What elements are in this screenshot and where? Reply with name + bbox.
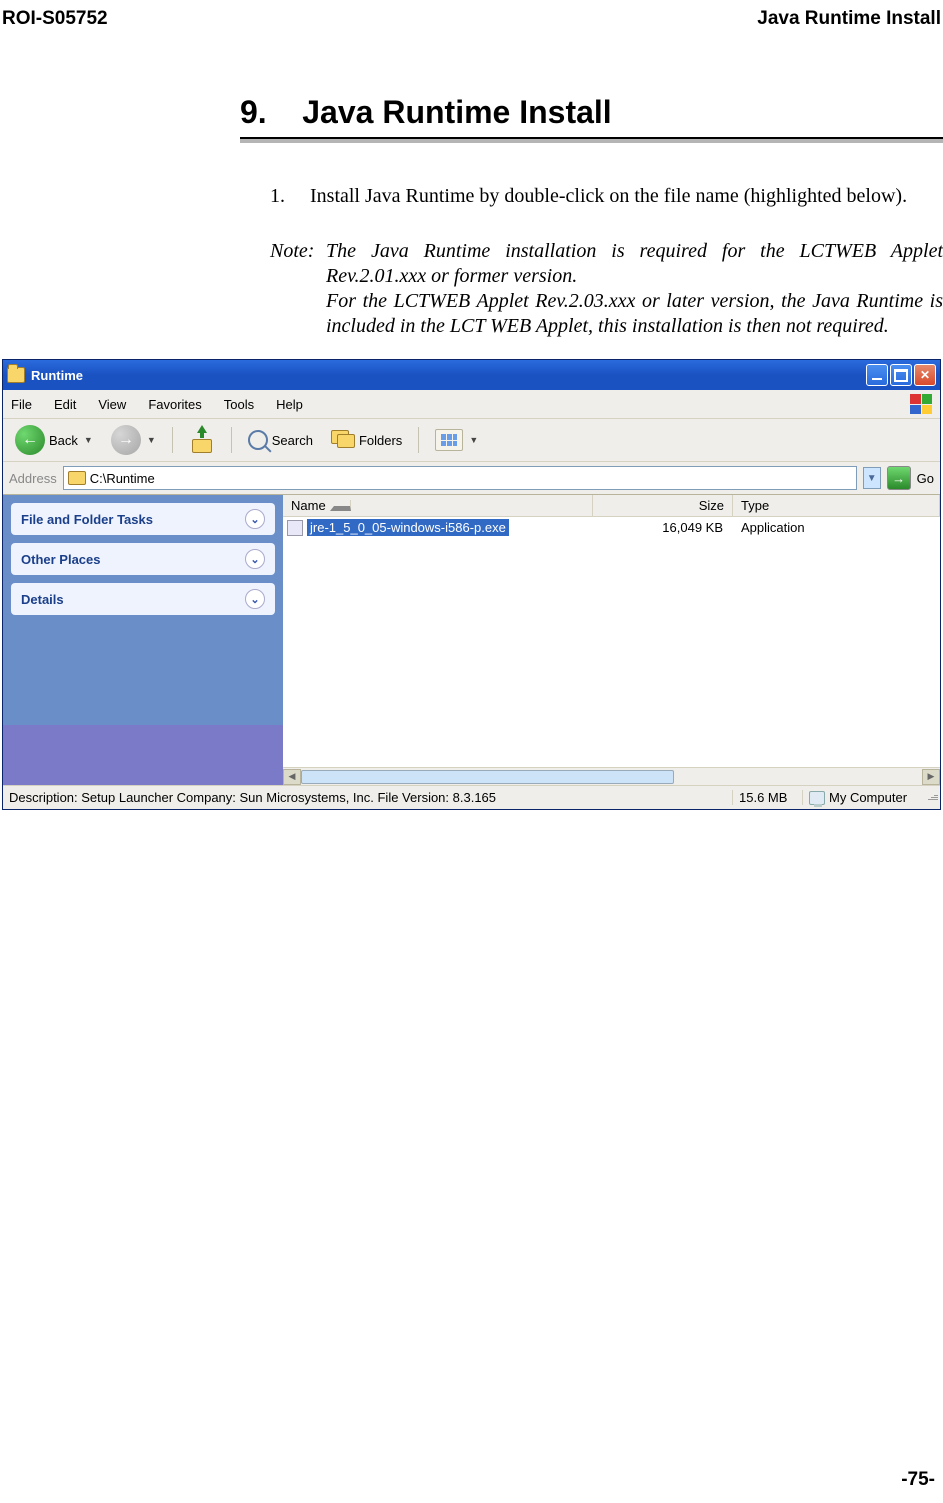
chevron-down-icon[interactable]: ⌄ (245, 549, 265, 569)
header-left: ROI-S05752 (2, 8, 108, 30)
back-button[interactable]: ← Back ▼ (9, 423, 99, 457)
explorer-body: File and Folder Tasks ⌄ Other Places ⌄ D… (3, 495, 940, 785)
heading-rule (240, 137, 943, 143)
file-list[interactable]: jre-1_5_0_05-windows-i586-p.exe 16,049 K… (283, 517, 940, 767)
folders-label: Folders (359, 433, 402, 448)
menu-help[interactable]: Help (276, 397, 303, 412)
column-type[interactable]: Type (733, 495, 940, 516)
section-heading: 9. Java Runtime Install (240, 94, 943, 131)
dropdown-icon[interactable]: ▼ (147, 435, 156, 445)
forward-arrow-icon: → (111, 425, 141, 455)
header-right: Java Runtime Install (757, 8, 941, 30)
note-block: Note: The Java Runtime installation is r… (270, 239, 943, 339)
menu-edit[interactable]: Edit (54, 397, 76, 412)
search-icon (248, 430, 268, 450)
scroll-thumb[interactable] (301, 770, 674, 784)
file-row[interactable]: jre-1_5_0_05-windows-i586-p.exe 16,049 K… (283, 517, 940, 538)
up-folder-icon (189, 427, 215, 453)
exe-file-icon (287, 520, 303, 536)
minimize-button[interactable] (866, 364, 888, 386)
column-headers: Name Size Type (283, 495, 940, 517)
file-list-area: Name Size Type jre-1_5_0_05-windows-i586… (283, 495, 940, 785)
maximize-button[interactable] (890, 364, 912, 386)
sidebar-gradient (3, 725, 283, 785)
menu-file[interactable]: File (11, 397, 32, 412)
status-location: My Computer (803, 790, 924, 805)
windows-logo-icon (910, 394, 932, 414)
panel-label: Details (21, 592, 64, 607)
address-path: C:\Runtime (90, 471, 155, 486)
folders-button[interactable]: Folders (325, 428, 408, 452)
views-icon (435, 429, 463, 451)
address-label: Address (9, 471, 57, 486)
window-title: Runtime (31, 368, 866, 383)
scroll-left-button[interactable]: ◀ (283, 769, 301, 785)
address-dropdown-button[interactable]: ▼ (863, 467, 881, 489)
scroll-right-button[interactable]: ▶ (922, 769, 940, 785)
go-button[interactable]: → (887, 466, 911, 490)
note-label: Note: (270, 239, 326, 339)
menu-favorites[interactable]: Favorites (148, 397, 201, 412)
status-size: 15.6 MB (733, 790, 803, 805)
menu-tools[interactable]: Tools (224, 397, 254, 412)
close-button[interactable] (914, 364, 936, 386)
sidebar-panel-file-tasks[interactable]: File and Folder Tasks ⌄ (11, 503, 275, 535)
views-button[interactable]: ▼ (429, 427, 484, 453)
file-type: Application (733, 520, 940, 535)
file-size: 16,049 KB (593, 520, 733, 535)
chevron-down-icon[interactable]: ⌄ (245, 509, 265, 529)
panel-label: File and Folder Tasks (21, 512, 153, 527)
forward-button[interactable]: → ▼ (105, 423, 162, 457)
folder-icon (7, 367, 25, 383)
dropdown-icon[interactable]: ▼ (469, 435, 478, 445)
dropdown-icon[interactable]: ▼ (84, 435, 93, 445)
column-size[interactable]: Size (593, 495, 733, 516)
tasks-sidebar: File and Folder Tasks ⌄ Other Places ⌄ D… (3, 495, 283, 785)
explorer-window: Runtime File Edit View Favorites Tools H… (2, 359, 941, 810)
chevron-down-icon[interactable]: ⌄ (245, 589, 265, 609)
page-number: -75- (901, 1469, 935, 1491)
sidebar-panel-other-places[interactable]: Other Places ⌄ (11, 543, 275, 575)
col-type-label: Type (741, 498, 769, 513)
menubar: File Edit View Favorites Tools Help (3, 390, 940, 419)
status-bar: Description: Setup Launcher Company: Sun… (3, 785, 940, 809)
search-label: Search (272, 433, 313, 448)
back-label: Back (49, 433, 78, 448)
titlebar[interactable]: Runtime (3, 360, 940, 390)
separator (172, 427, 173, 453)
up-button[interactable] (183, 425, 221, 455)
address-bar: Address C:\Runtime ▼ → Go (3, 462, 940, 495)
panel-label: Other Places (21, 552, 101, 567)
computer-icon (809, 791, 825, 805)
file-name[interactable]: jre-1_5_0_05-windows-i586-p.exe (307, 519, 509, 536)
folders-icon (331, 430, 355, 450)
status-description: Description: Setup Launcher Company: Sun… (3, 790, 733, 805)
back-arrow-icon: ← (15, 425, 45, 455)
note-line-2: For the LCTWEB Applet Rev.2.03.xxx or la… (326, 290, 943, 337)
separator (231, 427, 232, 453)
note-line-1: The Java Runtime installation is require… (326, 240, 943, 287)
search-button[interactable]: Search (242, 428, 319, 452)
scroll-track[interactable] (301, 769, 922, 785)
column-name[interactable]: Name (283, 495, 593, 516)
col-name-label: Name (291, 498, 326, 513)
step-1: 1. Install Java Runtime by double-click … (270, 183, 943, 209)
separator (418, 427, 419, 453)
page-header: ROI-S05752 Java Runtime Install (0, 0, 943, 34)
step-number: 1. (270, 183, 310, 209)
sort-ascending-icon (330, 500, 351, 511)
toolbar: ← Back ▼ → ▼ Search Folders ▼ (3, 419, 940, 462)
section-title: Java Runtime Install (302, 94, 611, 130)
col-size-label: Size (699, 498, 724, 513)
address-input[interactable]: C:\Runtime (63, 466, 857, 490)
status-location-label: My Computer (829, 790, 907, 805)
go-label: Go (917, 471, 934, 486)
menu-view[interactable]: View (98, 397, 126, 412)
section-number: 9. (240, 94, 267, 130)
step-text: Install Java Runtime by double-click on … (310, 183, 907, 209)
resize-grip-icon[interactable] (924, 795, 940, 800)
folder-icon (68, 471, 86, 485)
horizontal-scrollbar[interactable]: ◀ ▶ (283, 767, 940, 785)
sidebar-panel-details[interactable]: Details ⌄ (11, 583, 275, 615)
